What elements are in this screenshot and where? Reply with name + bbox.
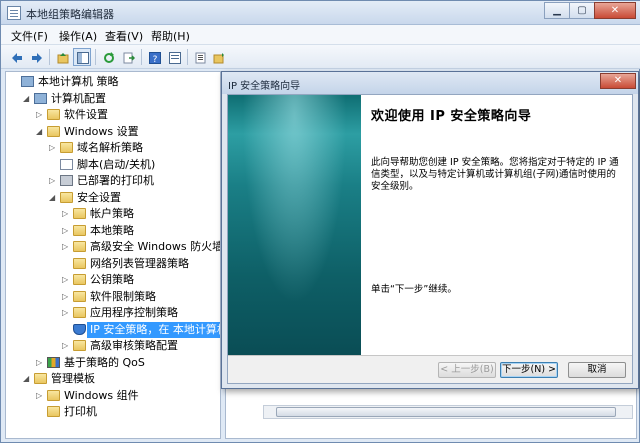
title-bar: 本地组策略编辑器 ▁ ▢ ✕: [1, 1, 640, 25]
filter-icon[interactable]: [191, 48, 209, 66]
policy-icon[interactable]: [209, 48, 227, 66]
expand-arrow-icon[interactable]: ▷: [36, 358, 44, 367]
wizard-next-hint: 单击“下一步”继续。: [371, 284, 457, 295]
maximize-button[interactable]: ▢: [569, 2, 595, 19]
wizard-heading: 欢迎使用 IP 安全策略向导: [371, 109, 532, 124]
wizard-banner-image: [228, 95, 361, 355]
folder-icon: [73, 224, 86, 236]
console-tree[interactable]: 本地计算机 策略 ◢ 计算机配置 ▷ 软件设置 ◢ Windows 设置 ▷ 域名解析策略 脚本(…: [5, 71, 221, 439]
tree-item-label: 网络列表管理器策略: [90, 256, 189, 270]
printer-icon: [60, 175, 73, 186]
menu-action[interactable]: 操作(A): [59, 28, 97, 44]
forward-icon[interactable]: [27, 48, 45, 66]
computer-icon: [34, 92, 47, 104]
folder-icon: [34, 373, 47, 384]
help-icon[interactable]: ?: [145, 48, 163, 66]
tree-item-label: 脚本(启动/关机): [77, 157, 156, 171]
dialog-close-button[interactable]: ✕: [600, 73, 636, 89]
toolbar: ?: [1, 45, 640, 69]
tree-item-label: 公钥策略: [90, 273, 134, 286]
tree-item-label: 计算机配置: [51, 91, 106, 105]
computer-icon: [21, 76, 34, 87]
menu-file[interactable]: 文件(F): [11, 28, 48, 44]
expand-arrow-icon[interactable]: ▷: [62, 292, 70, 301]
horizontal-scrollbar[interactable]: [263, 405, 633, 419]
expand-arrow-icon[interactable]: ◢: [23, 94, 31, 103]
svg-text:?: ?: [153, 55, 158, 64]
dialog-title-bar: IP 安全策略向导 ✕: [222, 72, 638, 94]
tree-item-label: 高级安全 Windows 防火墙: [90, 240, 221, 253]
expand-arrow-icon[interactable]: ▷: [62, 210, 70, 218]
window-title: 本地组策略编辑器: [26, 8, 114, 21]
folder-icon: [73, 290, 86, 302]
folder-icon: [73, 307, 86, 318]
tree-item-label: 高级审核策略配置: [90, 339, 178, 352]
next-button[interactable]: 下一步(N) >: [500, 362, 558, 378]
tree-item-label: Windows 设置: [64, 124, 139, 138]
folder-icon: [47, 125, 60, 137]
menu-bar: 文件(F) 操作(A) 查看(V) 帮助(H): [1, 25, 640, 45]
tree-item-label: 本地策略: [90, 223, 134, 237]
dialog-body: 欢迎使用 IP 安全策略向导 此向导帮助您创建 IP 安全策略。您将指定对于特定…: [227, 94, 633, 384]
expand-arrow-icon[interactable]: ▷: [62, 226, 70, 235]
menu-view[interactable]: 查看(V): [105, 28, 143, 44]
expand-arrow-icon[interactable]: ▷: [62, 243, 70, 251]
expand-arrow-icon[interactable]: ▷: [62, 342, 70, 350]
tree-item-label: 帐户策略: [90, 207, 134, 220]
tree-item-label: 基于策略的 QoS: [64, 355, 145, 369]
up-folder-icon[interactable]: [53, 48, 71, 66]
cancel-button[interactable]: 取消: [568, 362, 626, 378]
doc-icon: [60, 158, 73, 170]
properties-icon[interactable]: [165, 48, 183, 66]
folder-icon: [47, 109, 60, 120]
folder-icon: [73, 340, 86, 351]
tree-item-label: Windows 组件: [64, 388, 139, 402]
expand-arrow-icon[interactable]: ◢: [49, 193, 57, 202]
tree-item-label: 安全设置: [77, 190, 121, 204]
ip-security-policy-wizard: IP 安全策略向导 ✕ 欢迎使用 IP 安全策略向导 此向导帮助您创建 IP 安…: [221, 71, 639, 389]
tree-item-label: 软件限制策略: [90, 289, 156, 303]
menu-help[interactable]: 帮助(H): [151, 28, 190, 44]
tree-item-label: 管理模板: [51, 372, 95, 385]
expand-arrow-icon[interactable]: ◢: [36, 127, 44, 136]
expand-arrow-icon[interactable]: ▷: [36, 111, 44, 119]
tree-item-label: 应用程序控制策略: [90, 306, 178, 319]
wizard-button-bar: < 上一步(B) 下一步(N) > 取消: [228, 355, 632, 383]
folder-icon: [73, 208, 86, 219]
expand-arrow-icon[interactable]: ◢: [23, 375, 31, 383]
policy-editor-icon: [7, 6, 21, 20]
folder-icon: [73, 241, 86, 252]
expand-arrow-icon[interactable]: ▷: [62, 309, 70, 317]
expand-arrow-icon[interactable]: ▷: [49, 144, 57, 152]
folder-icon: [73, 257, 86, 269]
main-window: 本地组策略编辑器 ▁ ▢ ✕ 文件(F) 操作(A) 查看(V) 帮助(H) ?…: [0, 0, 640, 443]
chart-icon: [47, 356, 60, 368]
tree-item-label: 本地计算机 策略: [38, 75, 119, 88]
close-button[interactable]: ✕: [594, 2, 636, 19]
minimize-button[interactable]: ▁: [544, 2, 570, 19]
expand-arrow-icon[interactable]: ▷: [62, 276, 70, 284]
refresh-icon[interactable]: [99, 48, 117, 66]
folder-icon: [60, 191, 73, 203]
export-icon[interactable]: [119, 48, 137, 66]
back-icon[interactable]: [7, 48, 25, 66]
show-tree-icon[interactable]: [73, 48, 91, 66]
folder-icon: [47, 389, 60, 401]
expand-arrow-icon[interactable]: ▷: [49, 177, 57, 185]
shield-icon: [73, 323, 86, 335]
expand-arrow-icon[interactable]: ▷: [36, 391, 44, 400]
dialog-title: IP 安全策略向导: [228, 81, 301, 92]
tree-item-label: IP 安全策略，在 本地计算机: [87, 321, 220, 338]
tree-item-label: 软件设置: [64, 108, 108, 121]
folder-icon: [73, 274, 86, 285]
scrollbar-thumb[interactable]: [276, 407, 616, 417]
tree-item-label: 已部署的打印机: [77, 174, 154, 187]
wizard-description: 此向导帮助您创建 IP 安全策略。您将指定对于特定的 IP 通信类型，以及与特定…: [371, 157, 619, 192]
tree-item-label: 域名解析策略: [77, 141, 143, 154]
folder-icon: [60, 142, 73, 153]
back-button[interactable]: < 上一步(B): [438, 362, 496, 378]
tree-item-label: 打印机: [64, 405, 97, 418]
folder-icon: [47, 406, 60, 417]
